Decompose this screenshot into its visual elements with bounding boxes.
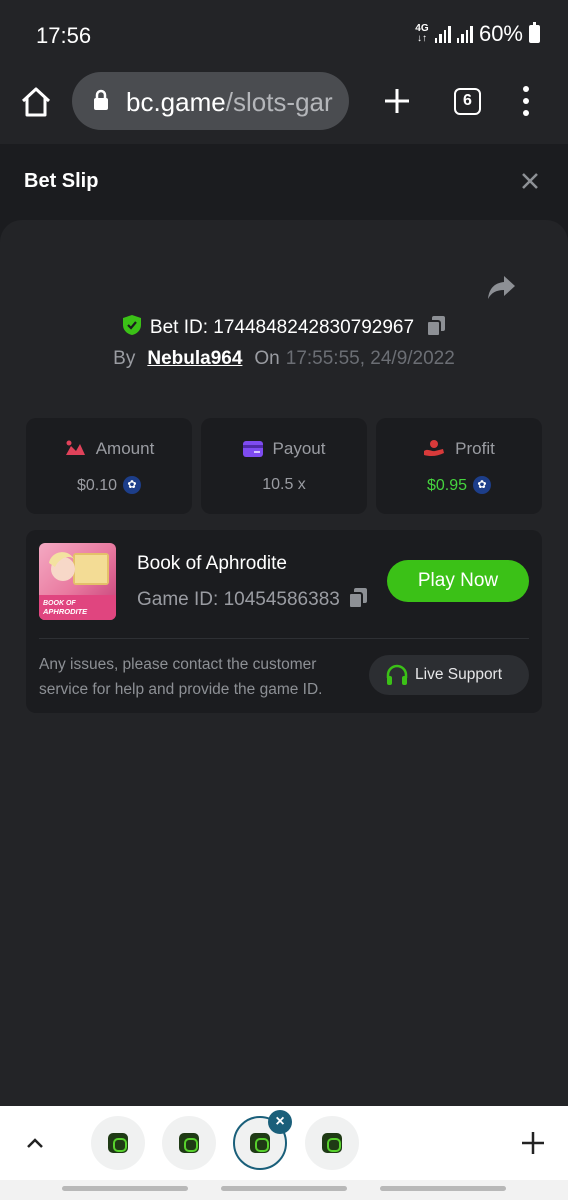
tab-switcher-button[interactable]: 6 bbox=[454, 88, 481, 115]
bet-id-row: Bet ID: 1744848242830792967 bbox=[0, 314, 568, 339]
profit-box: Profit $0.95 bbox=[376, 418, 542, 514]
favicon-icon bbox=[322, 1133, 342, 1153]
status-time: 17:56 bbox=[36, 23, 92, 48]
bet-slip-page: Bet Slip Bet ID: 1744848242830792967 By N… bbox=[0, 144, 568, 1106]
tab-thumb-4[interactable] bbox=[305, 1116, 359, 1170]
username-link[interactable]: Nebula964 bbox=[147, 348, 242, 369]
status-indicators: 4G ↓↑ 60% bbox=[415, 21, 540, 47]
live-support-label: Live Support bbox=[415, 666, 503, 683]
copy-icon[interactable] bbox=[347, 587, 368, 609]
bet-id-label: Bet ID: bbox=[149, 317, 208, 338]
payout-box: Payout 10.5 x bbox=[201, 418, 367, 514]
close-icon[interactable] bbox=[520, 171, 540, 191]
close-tab-icon[interactable]: × bbox=[268, 1110, 292, 1134]
game-id-row: Game ID: 10454586383 bbox=[137, 587, 368, 611]
browser-toolbar: bc.game/slots-gar 6 bbox=[0, 68, 568, 144]
help-text: Any issues, please contact the customer … bbox=[39, 656, 323, 698]
page-title: Bet Slip bbox=[24, 170, 99, 192]
battery-percent: 60% bbox=[478, 21, 523, 46]
currency-coin-icon bbox=[473, 476, 492, 494]
add-tab-icon[interactable] bbox=[520, 1130, 546, 1156]
payout-label: Payout bbox=[272, 439, 326, 458]
bet-author-row: By Nebula964 On 17:55:55, 24/9/2022 bbox=[0, 348, 568, 370]
divider bbox=[39, 638, 529, 639]
verified-shield-icon bbox=[122, 315, 141, 335]
profit-icon bbox=[424, 440, 445, 457]
amount-icon bbox=[65, 440, 85, 455]
system-nav-bar bbox=[0, 1180, 568, 1200]
favicon-icon bbox=[250, 1133, 270, 1153]
game-name[interactable]: Book of Aphrodite bbox=[137, 553, 287, 575]
tab-strip: × bbox=[0, 1106, 568, 1180]
share-icon[interactable] bbox=[486, 274, 516, 300]
game-thumbnail[interactable]: BOOK OF APHRODITE bbox=[39, 543, 116, 620]
new-tab-icon[interactable] bbox=[382, 86, 412, 116]
network-type: 4G ↓↑ bbox=[415, 23, 429, 44]
bet-details-panel: Bet ID: 1744848242830792967 By Nebula964 O… bbox=[0, 220, 568, 1106]
live-support-button[interactable]: Live Support bbox=[369, 655, 529, 695]
payout-value: 10.5 x bbox=[262, 476, 306, 493]
bet-id-value: 1744848242830792967 bbox=[213, 317, 415, 338]
game-id-label: Game ID: bbox=[137, 589, 219, 610]
favicon-icon bbox=[108, 1133, 128, 1153]
chevron-up-icon[interactable] bbox=[24, 1132, 46, 1154]
currency-coin-icon bbox=[123, 476, 142, 494]
payout-icon bbox=[242, 441, 263, 457]
url-text: bc.game/slots-gar bbox=[126, 87, 333, 117]
tab-thumb-2[interactable] bbox=[162, 1116, 216, 1170]
battery-icon bbox=[529, 22, 540, 43]
favicon-icon bbox=[179, 1133, 199, 1153]
svg-text:APHRODITE: APHRODITE bbox=[42, 607, 88, 616]
game-id-value: 10454586383 bbox=[223, 589, 340, 610]
more-menu-icon[interactable] bbox=[518, 86, 534, 116]
bet-datetime: 17:55:55, 24/9/2022 bbox=[285, 348, 455, 369]
amount-value: $0.10 bbox=[76, 477, 118, 494]
nav-home[interactable] bbox=[221, 1186, 347, 1191]
nav-back[interactable] bbox=[380, 1186, 506, 1191]
headset-icon bbox=[386, 664, 408, 685]
status-bar: 17:56 4G ↓↑ 60% bbox=[0, 0, 568, 68]
tab-thumb-1[interactable] bbox=[91, 1116, 145, 1170]
play-now-button[interactable]: Play Now bbox=[387, 560, 529, 602]
tab-thumb-3-active[interactable]: × bbox=[233, 1110, 292, 1170]
copy-icon[interactable] bbox=[426, 315, 446, 337]
by-label: By bbox=[113, 348, 136, 369]
amount-box: Amount $0.10 bbox=[26, 418, 192, 514]
profit-value: $0.95 bbox=[426, 477, 468, 494]
on-label: On bbox=[254, 348, 280, 369]
svg-text:BOOK OF: BOOK OF bbox=[43, 600, 76, 607]
address-bar[interactable]: bc.game/slots-gar bbox=[72, 72, 349, 130]
signal-icon bbox=[434, 25, 451, 43]
profit-label: Profit bbox=[455, 439, 495, 458]
lock-icon bbox=[94, 89, 108, 110]
amount-label: Amount bbox=[95, 439, 155, 458]
game-card: BOOK OF APHRODITE Book of Aphrodite Game… bbox=[26, 530, 542, 713]
signal-icon-2 bbox=[456, 25, 473, 43]
nav-recents[interactable] bbox=[62, 1186, 188, 1191]
home-icon[interactable] bbox=[20, 86, 52, 118]
